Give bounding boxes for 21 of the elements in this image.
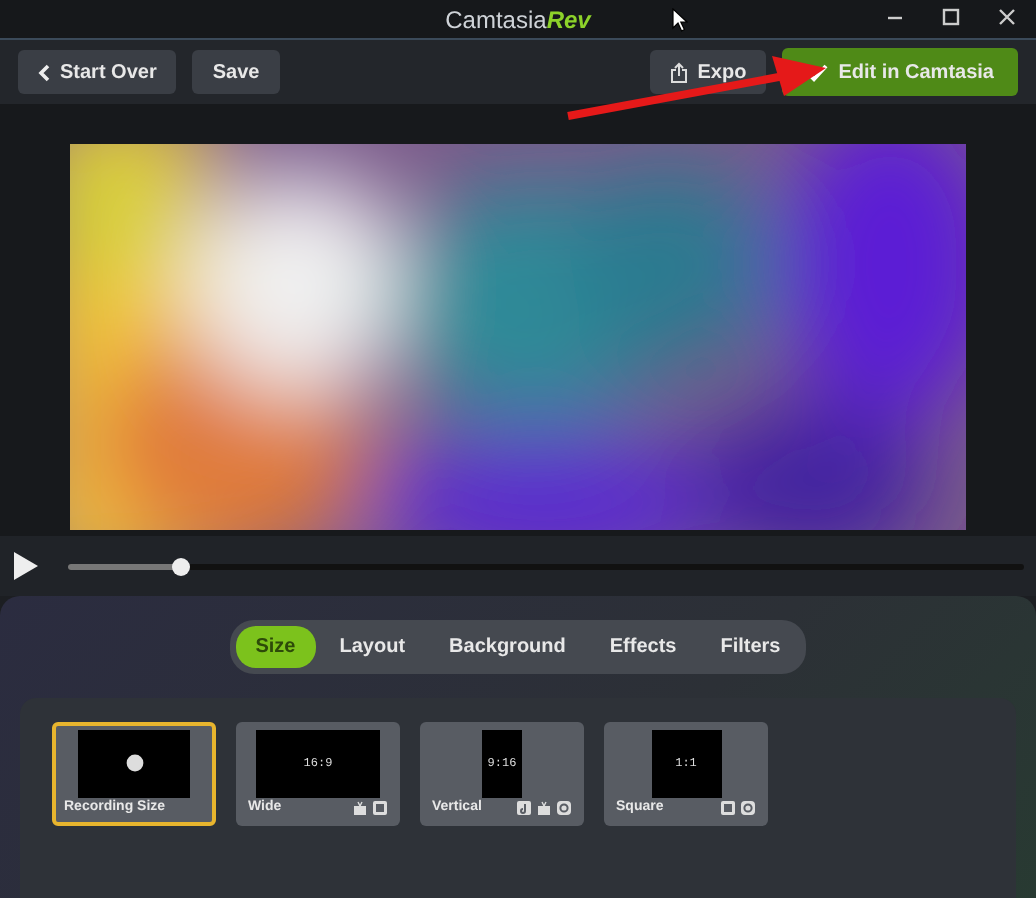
tab[interactable]: Size [235, 626, 316, 668]
tab[interactable]: Layout [319, 626, 426, 668]
tab[interactable]: Background [429, 626, 586, 668]
tv-icon [352, 799, 368, 816]
mouse-cursor-icon [672, 8, 688, 32]
app-title: Camtasia [445, 5, 547, 33]
save-button[interactable]: Save [192, 50, 280, 94]
circle-icon [740, 799, 756, 816]
square-icon [372, 799, 388, 816]
tab[interactable]: Filters [700, 626, 801, 668]
square-icon [720, 799, 736, 816]
share-icon [669, 61, 688, 83]
start-over-button[interactable]: Start Over [18, 50, 177, 94]
dot-icon [125, 754, 143, 773]
play-icon[interactable] [12, 550, 40, 582]
tab[interactable]: Effects [589, 626, 697, 668]
circle-icon [556, 799, 572, 816]
app-title-accent: Rev [546, 5, 591, 33]
back-icon [38, 63, 50, 81]
tv-icon [536, 799, 552, 816]
note-icon [516, 799, 532, 816]
